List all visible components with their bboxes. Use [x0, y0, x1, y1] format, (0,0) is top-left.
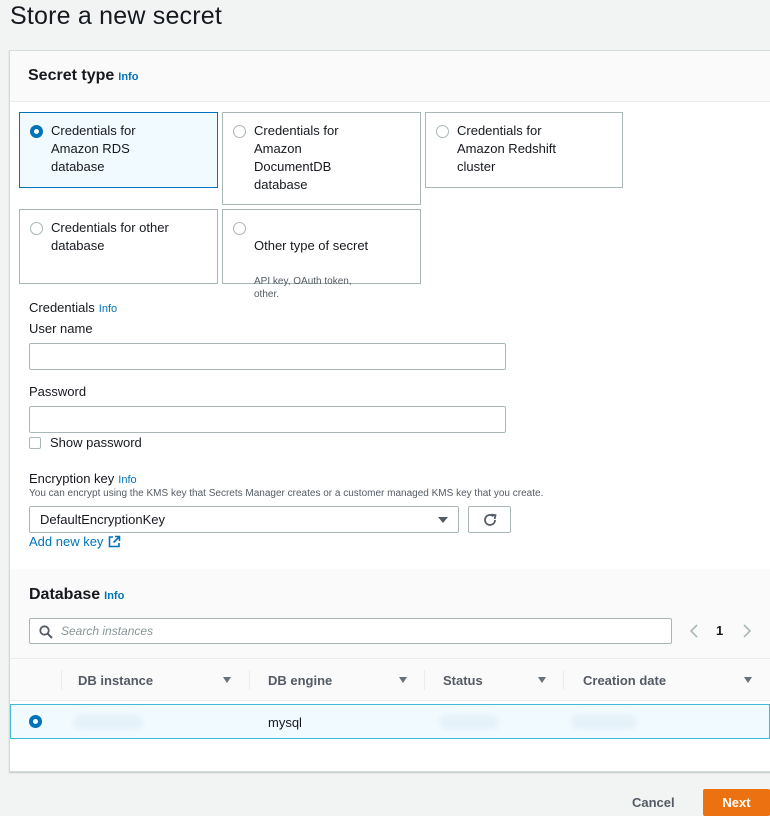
database-info-link[interactable]: Info	[104, 590, 124, 602]
tile-documentdb-credentials[interactable]: Credentials for Amazon DocumentDB databa…	[222, 112, 421, 205]
secret-type-info-link[interactable]: Info	[118, 71, 138, 83]
search-placeholder: Search instances	[61, 624, 154, 638]
add-new-key-link[interactable]: Add new key	[29, 534, 121, 549]
encryption-info-link[interactable]: Info	[118, 474, 136, 486]
sort-icon[interactable]	[744, 677, 752, 683]
table-row[interactable]: mysql	[10, 704, 770, 739]
radio-rds[interactable]	[30, 125, 43, 138]
password-label: Password	[29, 384, 87, 399]
radio-other-database[interactable]	[30, 222, 43, 235]
credentials-label: Credentials	[29, 300, 95, 315]
radio-redshift[interactable]	[436, 125, 449, 138]
pagination-next-icon[interactable]	[742, 624, 752, 638]
encryption-key-value: DefaultEncryptionKey	[40, 512, 166, 527]
tile-documentdb-label: Credentials for Amazon DocumentDB databa…	[254, 123, 339, 192]
show-password-row: Show password	[29, 435, 142, 450]
secret-form-card: Secret type Info Credentials for Amazon R…	[9, 50, 770, 772]
column-divider	[563, 670, 564, 690]
password-input[interactable]	[29, 406, 506, 433]
db-engine-value: mysql	[268, 715, 302, 730]
column-divider	[249, 670, 250, 690]
database-heading-row: Database Info	[29, 586, 124, 604]
cancel-button[interactable]: Cancel	[632, 795, 675, 810]
pagination-prev-icon[interactable]	[689, 624, 699, 638]
refresh-icon	[484, 513, 497, 526]
column-header-db-instance[interactable]: DB instance	[78, 673, 153, 688]
encryption-key-select[interactable]: DefaultEncryptionKey	[29, 506, 459, 533]
encryption-label-row: Encryption key Info	[29, 470, 137, 488]
credentials-info-link[interactable]: Info	[99, 303, 117, 315]
tile-other-database-label: Credentials for other database	[51, 220, 169, 253]
tile-rds-label: Credentials for Amazon RDS database	[51, 123, 136, 174]
tile-rds-credentials[interactable]: Credentials for Amazon RDS database	[19, 112, 218, 188]
secret-type-header: Secret type Info	[10, 51, 770, 102]
tile-redshift-credentials[interactable]: Credentials for Amazon Redshift cluster	[425, 112, 623, 188]
tile-other-secret-sub: API key, OAuth token, other.	[254, 276, 352, 300]
tile-other-secret-text: Other type of secret API key, OAuth toke…	[254, 219, 368, 319]
add-new-key-label[interactable]: Add new key	[29, 534, 103, 549]
sort-icon[interactable]	[538, 677, 546, 683]
column-header-creation-date[interactable]: Creation date	[583, 673, 666, 688]
encryption-key-label: Encryption key	[29, 471, 115, 486]
next-button-label: Next	[722, 795, 751, 810]
search-instances-input[interactable]: Search instances	[29, 618, 672, 644]
sort-icon[interactable]	[399, 677, 407, 683]
caret-down-icon	[438, 517, 448, 523]
column-divider	[61, 670, 62, 690]
next-button[interactable]: Next	[703, 789, 770, 816]
tile-other-secret-label: Other type of secret	[254, 238, 369, 253]
column-header-db-engine[interactable]: DB engine	[268, 673, 332, 688]
show-password-checkbox[interactable]	[29, 436, 41, 449]
column-divider	[424, 670, 425, 690]
column-header-status[interactable]: Status	[443, 673, 483, 688]
sort-icon[interactable]	[223, 677, 231, 683]
radio-documentdb[interactable]	[233, 125, 246, 138]
tile-other-database[interactable]: Credentials for other database	[19, 209, 218, 284]
encryption-description: You can encrypt using the KMS key that S…	[29, 488, 544, 499]
redacted-creation-date	[571, 714, 637, 730]
credentials-label-row: Credentials Info	[29, 299, 117, 317]
username-input[interactable]	[29, 343, 506, 370]
username-label: User name	[29, 321, 93, 336]
tile-other-secret[interactable]: Other type of secret API key, OAuth toke…	[222, 209, 421, 300]
tile-redshift-label: Credentials for Amazon Redshift cluster	[457, 123, 556, 174]
pagination-page-number[interactable]: 1	[716, 623, 723, 638]
show-password-label[interactable]: Show password	[50, 435, 142, 450]
refresh-button[interactable]	[468, 506, 511, 533]
table-header: DB instance DB engine Status Creation da…	[10, 659, 770, 701]
redacted-status	[439, 714, 499, 730]
external-link-icon	[109, 535, 121, 548]
row-radio[interactable]	[29, 715, 42, 728]
radio-other-secret[interactable]	[233, 222, 246, 235]
search-icon	[39, 625, 53, 639]
page-title: Store a new secret	[10, 2, 223, 30]
redacted-db-instance	[73, 714, 143, 730]
database-heading: Database	[29, 586, 101, 603]
secret-type-heading: Secret type	[28, 67, 115, 84]
